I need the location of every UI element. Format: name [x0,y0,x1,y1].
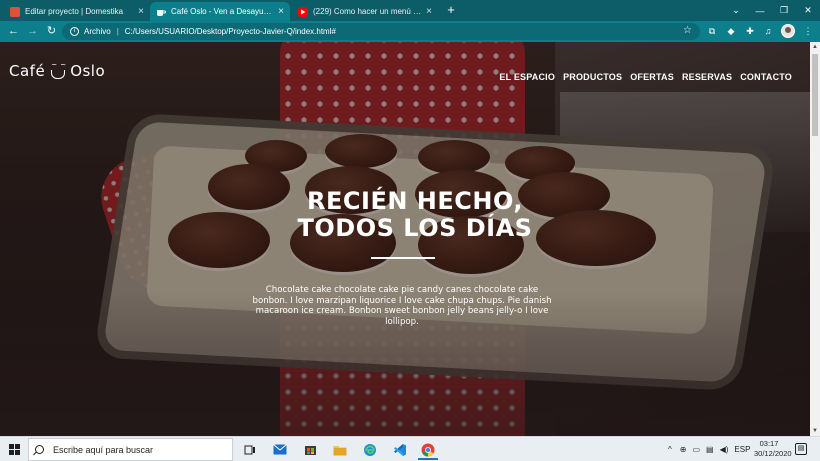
hero-title-line-2: TODOS LOS DÍAS [297,214,533,242]
scroll-down-arrow-icon[interactable]: ▼ [810,426,820,436]
nav-ofertas[interactable]: OFERTAS [630,72,674,82]
scheme-label: Archivo [84,27,111,36]
battery-icon[interactable]: ▭ [692,445,700,454]
page-scrollbar[interactable]: ▲ ▼ [810,42,820,436]
domestika-icon [10,6,20,17]
hero-title: RECIÉN HECHO, TODOS LOS DÍAS [205,188,625,242]
address-separator: | [116,27,119,36]
web-page-hero: Café Oslo EL ESPACIO PRODUCTOS OFERTAS R… [0,42,810,436]
nav-reservas[interactable]: RESERVAS [682,72,732,82]
tab-domestika[interactable]: Editar proyecto | Domestika × [4,2,150,21]
edge-icon[interactable] [356,439,384,460]
close-window-button[interactable]: ✕ [796,0,820,21]
cup-icon [156,7,166,17]
system-tray: ^ ⊕ ▭ ▤ ◀) ESP [668,437,750,461]
close-tab-icon[interactable]: × [278,6,284,17]
start-button[interactable] [0,437,28,461]
extensions-puzzle-icon[interactable]: ✚ [744,25,756,37]
youtube-icon [298,6,308,17]
scroll-up-arrow-icon[interactable]: ▲ [810,42,820,52]
minimize-button[interactable]: — [748,0,772,21]
language-indicator[interactable]: ESP [734,445,750,454]
reload-button[interactable]: ↻ [44,24,59,39]
hero-description: Chocolate cake chocolate cake pie candy … [252,285,552,327]
windows-taskbar: Escribe aquí para buscar ^ ⊕ ▭ ▤ ◀) ESP … [0,436,820,461]
clock-date: 30/12/2020 [754,449,792,458]
nav-el-espacio[interactable]: EL ESPACIO [499,72,555,82]
address-bar[interactable]: i Archivo | C:/Users/USUARIO/Desktop/Pro… [62,23,700,40]
restore-button[interactable]: ❐ [772,0,796,21]
tab-title: (229) Como hacer un menú de navegación [313,7,422,16]
file-explorer-icon[interactable] [326,439,354,460]
mail-icon[interactable] [266,439,294,460]
taskbar-search-box[interactable]: Escribe aquí para buscar [28,438,233,461]
tab-cafe-oslo[interactable]: Café Oslo - Ven a Desayunar × [150,2,290,21]
tab-search-icon[interactable]: ⌄ [724,0,748,21]
close-tab-icon[interactable]: × [138,6,144,17]
logo-text-left: Café [9,62,46,80]
nav-contacto[interactable]: CONTACTO [740,72,792,82]
media-control-icon[interactable]: ♫ [762,25,774,37]
hero-title-line-1: RECIÉN HECHO, [307,187,523,215]
clock-time: 03:17 [759,439,779,448]
coffee-cup-icon [49,61,67,81]
volume-icon[interactable]: ◀) [720,445,729,454]
url-text[interactable]: C:/Users/USUARIO/Desktop/Proyecto-Javier… [125,27,336,36]
hero-divider [371,257,435,259]
browser-toolbar: ← → ↻ i Archivo | C:/Users/USUARIO/Deskt… [0,21,820,42]
logo-text-right: Oslo [70,62,106,80]
search-placeholder: Escribe aquí para buscar [53,444,154,455]
windows-logo-icon [8,444,20,455]
nav-productos[interactable]: PRODUCTOS [563,72,622,82]
store-icon[interactable] [296,439,324,460]
profile-avatar[interactable] [781,24,795,38]
scrollbar-thumb[interactable] [812,54,818,136]
task-view-icon[interactable] [236,439,264,460]
new-tab-button[interactable]: + [444,3,458,17]
tab-title: Café Oslo - Ven a Desayunar [171,7,275,16]
notification-center-icon[interactable]: ▤ [795,443,807,455]
show-hidden-icons-chevron-icon[interactable]: ^ [668,445,672,454]
site-navigation: EL ESPACIO PRODUCTOS OFERTAS RESERVAS CO… [499,72,792,82]
bookmark-star-icon[interactable]: ☆ [683,25,692,36]
tab-title: Editar proyecto | Domestika [25,7,124,16]
site-logo[interactable]: Café Oslo [9,61,106,81]
meet-now-icon[interactable]: ⊕ [680,445,687,454]
extension-color-icon[interactable]: ◆ [725,25,737,37]
vscode-icon[interactable] [386,439,414,460]
taskbar-clock[interactable]: 03:17 30/12/2020 [754,439,792,459]
tab-youtube[interactable]: (229) Como hacer un menú de navegación × [292,2,438,21]
search-icon [35,445,44,454]
forward-button[interactable]: → [25,24,40,39]
close-tab-icon[interactable]: × [426,6,432,17]
browser-menu-icon[interactable]: ⋮ [802,25,814,37]
extension-translate-icon[interactable]: ⧉ [706,25,718,37]
chrome-icon[interactable] [414,439,442,460]
network-icon[interactable]: ▤ [706,445,714,454]
browser-tab-strip: Editar proyecto | Domestika × Café Oslo … [0,0,820,21]
info-icon[interactable]: i [70,27,79,36]
back-button[interactable]: ← [6,24,21,39]
